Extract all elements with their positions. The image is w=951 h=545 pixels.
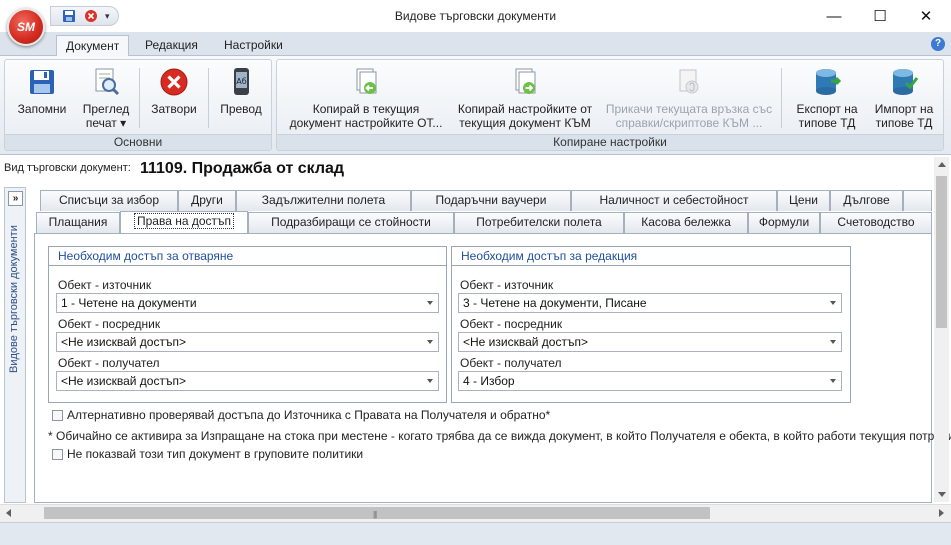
- scroll-grip-icon: |||: [373, 510, 377, 519]
- chevron-down-icon: [427, 379, 433, 383]
- tab-more[interactable]: [903, 190, 932, 211]
- ribbon-separator: [208, 68, 209, 128]
- vertical-scroll-thumb[interactable]: [936, 176, 947, 328]
- print-preview-button[interactable]: Преглед печат ▾: [75, 64, 137, 130]
- tab-user-fields[interactable]: Потребителски полета: [454, 212, 624, 233]
- side-panel: » Видове търговски документи: [4, 187, 26, 503]
- ribbon-group-caption: Копиране настройки: [277, 134, 943, 150]
- open-source-label: Обект - източник: [58, 278, 152, 292]
- scroll-left-icon[interactable]: [6, 509, 11, 517]
- open-receiver-label: Обект - получател: [58, 356, 160, 370]
- horizontal-scroll-thumb[interactable]: [44, 507, 710, 519]
- doc-type-value: 11109. Продажба от склад: [140, 160, 345, 177]
- svg-text:Аб: Аб: [236, 77, 246, 86]
- ribbon-separator: [139, 68, 140, 128]
- ribbon: Запомни Преглед печат ▾ Затвори Аб Прево…: [0, 56, 951, 155]
- close-button[interactable]: Затвори: [143, 64, 205, 116]
- alt-check-note: * Обичайно се активира за Изпращане на с…: [48, 429, 951, 443]
- close-circle-icon: [160, 68, 188, 96]
- status-bar: [0, 522, 951, 545]
- edit-access-header: Необходим достъп за редакция: [452, 247, 850, 266]
- tab-cash-receipt[interactable]: Касова бележка: [624, 212, 748, 233]
- attach-link-icon: [679, 69, 699, 94]
- save-button[interactable]: Запомни: [9, 64, 75, 116]
- ribbon-group-main: Запомни Преглед печат ▾ Затвори Аб Прево…: [4, 59, 272, 151]
- hide-in-policies-checkbox[interactable]: [52, 449, 63, 460]
- attach-link-button[interactable]: Прикачи текущата връзка със справки/скри…: [599, 64, 779, 130]
- tab-prices[interactable]: Цени: [777, 190, 830, 211]
- import-types-button[interactable]: Импорт на типове ТД: [867, 64, 941, 130]
- scroll-right-icon[interactable]: [939, 509, 944, 517]
- tab-payments[interactable]: Плащания: [36, 212, 120, 233]
- copy-to-icon: [515, 68, 536, 94]
- tab-accounting[interactable]: Счетоводство: [820, 212, 932, 233]
- chevron-down-icon: [830, 340, 836, 344]
- side-panel-label[interactable]: Видове търговски документи: [8, 225, 20, 373]
- import-db-icon: [893, 69, 919, 95]
- tab-debts[interactable]: Дългове: [830, 190, 903, 211]
- tab-formulas[interactable]: Формули: [748, 212, 820, 233]
- translate-button[interactable]: Аб Превод: [211, 64, 271, 116]
- chevron-down-icon: [830, 379, 836, 383]
- edit-intermediary-label: Обект - посредник: [460, 317, 563, 331]
- edit-source-label: Обект - източник: [460, 278, 554, 292]
- ribbon-group-caption: Основни: [5, 134, 271, 150]
- tab-availability-cost[interactable]: Наличност и себестойност: [571, 190, 777, 211]
- close-window-button[interactable]: ✕: [903, 0, 949, 32]
- minimize-button[interactable]: —: [811, 0, 857, 32]
- chevron-down-icon: [427, 340, 433, 344]
- tab-default-values[interactable]: Подразбиращи се стойности: [248, 212, 454, 233]
- tab-selection-lists[interactable]: Списъци за избор: [40, 190, 178, 211]
- tab-gift-vouchers[interactable]: Подаръчни ваучери: [411, 190, 571, 211]
- export-types-button[interactable]: Експорт на типове ТД: [787, 64, 867, 130]
- open-receiver-select[interactable]: <Не изисквай достъп>: [56, 371, 439, 391]
- ribbon-group-copy-settings: Копирай в текущия документ настройките О…: [276, 59, 944, 151]
- ribbon-tab-document[interactable]: Документ: [56, 35, 130, 57]
- open-intermediary-select[interactable]: <Не изисквай достъп>: [56, 332, 439, 352]
- scroll-down-icon[interactable]: [938, 492, 946, 497]
- alt-check-checkbox[interactable]: [52, 410, 63, 421]
- window-title: Видове търговски документи: [394, 9, 557, 23]
- title-bar: ▾ Видове търговски документи — ☐ ✕: [0, 0, 951, 32]
- scroll-up-icon[interactable]: [938, 162, 946, 167]
- copy-from-icon: [356, 68, 377, 94]
- ribbon-separator: [781, 68, 782, 128]
- alt-check-label[interactable]: Алтернативно проверявай достъпа до Източ…: [67, 408, 550, 422]
- expand-side-panel-button[interactable]: »: [8, 191, 23, 206]
- edit-source-select[interactable]: 3 - Четене на документи, Писане: [458, 293, 842, 313]
- print-preview-icon: [95, 68, 120, 96]
- maximize-button[interactable]: ☐: [857, 0, 903, 32]
- export-db-icon: [816, 69, 842, 95]
- chevron-down-icon: [830, 301, 836, 305]
- hide-in-policies-label[interactable]: Не показвай този тип документ в груповит…: [67, 447, 363, 461]
- ribbon-tab-edit[interactable]: Редакция: [136, 35, 207, 57]
- open-intermediary-label: Обект - посредник: [58, 317, 161, 331]
- tab-access-rights[interactable]: Права на достъп: [120, 211, 248, 233]
- edit-receiver-label: Обект - получател: [460, 356, 562, 370]
- copy-from-button[interactable]: Копирай в текущия документ настройките О…: [281, 64, 451, 130]
- translate-icon: Аб: [234, 68, 249, 95]
- chevron-down-icon: [427, 301, 433, 305]
- save-icon: [30, 70, 54, 94]
- open-access-header: Необходим достъп за отваряне: [49, 247, 446, 266]
- ribbon-tab-settings[interactable]: Настройки: [215, 35, 292, 57]
- edit-receiver-select[interactable]: 4 - Избор: [458, 371, 842, 391]
- edit-intermediary-select[interactable]: <Не изисквай достъп>: [458, 332, 842, 352]
- open-source-select[interactable]: 1 - Четене на документи: [56, 293, 439, 313]
- copy-to-button[interactable]: Копирай настройките от текущия документ …: [451, 64, 599, 130]
- help-icon[interactable]: ?: [931, 37, 945, 51]
- tab-other[interactable]: Други: [178, 190, 236, 211]
- ribbon-tab-row: Документ Редакция Настройки: [0, 32, 951, 57]
- app-logo[interactable]: SM: [7, 8, 45, 46]
- doc-type-label: Вид търговски документ:: [4, 162, 131, 174]
- tab-required-fields[interactable]: Задължителни полета: [236, 190, 411, 211]
